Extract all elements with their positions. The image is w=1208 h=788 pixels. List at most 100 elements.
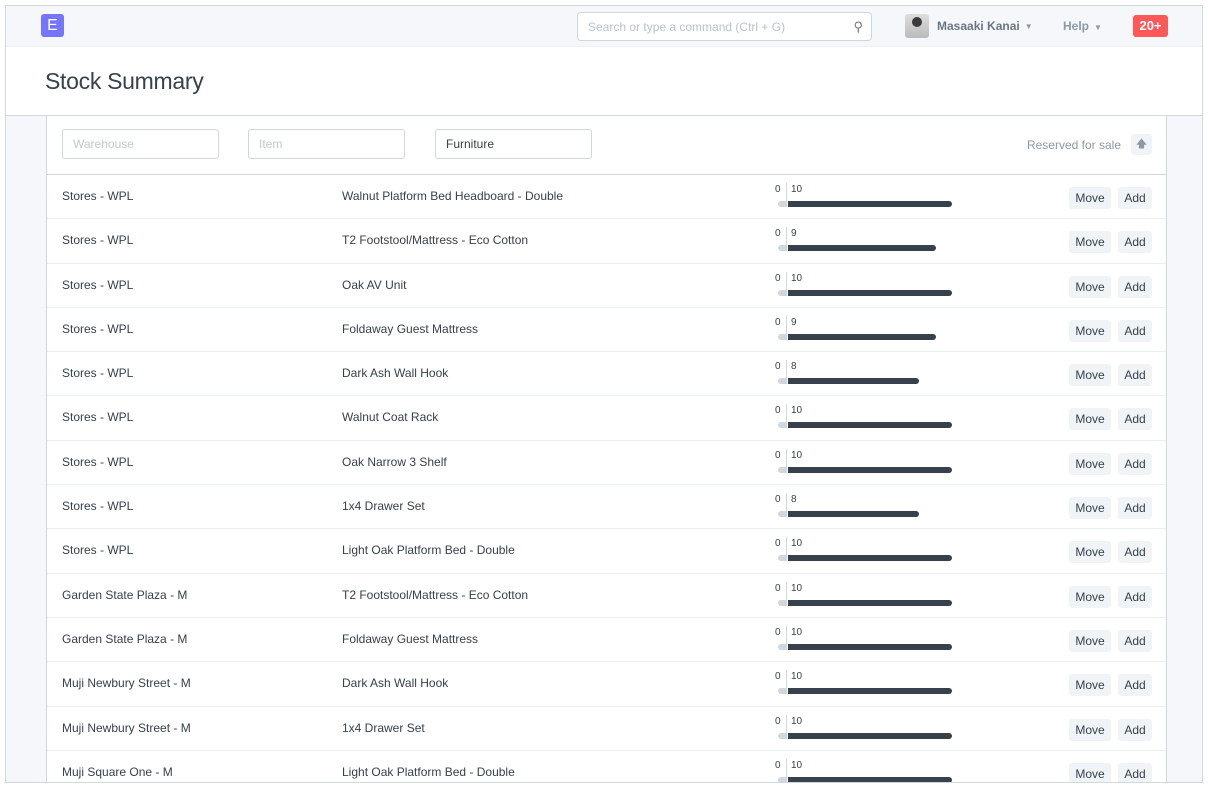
search-input[interactable]: Search or type a command (Ctrl + G) ⚲: [577, 12, 872, 41]
actual-qty-bar: [788, 289, 952, 296]
actual-qty: 8: [791, 494, 797, 506]
bar-divider: [786, 581, 787, 606]
item-cell: Walnut Coat Rack: [342, 410, 439, 425]
move-button[interactable]: Move: [1069, 674, 1111, 697]
user-name: Masaaki Kanai: [937, 19, 1020, 33]
item-cell: Foldaway Guest Mattress: [342, 321, 479, 336]
bar-divider: [786, 670, 787, 695]
item-cell: Oak AV Unit: [342, 277, 407, 292]
move-button[interactable]: Move: [1069, 585, 1111, 608]
actual-qty-bar: [788, 643, 952, 650]
move-button[interactable]: Move: [1069, 452, 1111, 475]
reserved-bar: [778, 289, 786, 296]
actual-qty: 10: [791, 759, 803, 771]
item-cell: Dark Ash Wall Hook: [342, 676, 449, 691]
actual-qty-bar: [788, 333, 936, 340]
page-head: Stock Summary: [6, 47, 1202, 116]
filters-bar: Reserved for sale 🡅: [47, 116, 1166, 175]
sort-label[interactable]: Reserved for sale: [1027, 138, 1121, 152]
item-group-filter[interactable]: [435, 129, 592, 159]
user-menu[interactable]: Masaaki Kanai ▼: [905, 14, 1033, 38]
table-row: Muji Newbury Street - M Dark Ash Wall Ho…: [47, 662, 1166, 707]
item-cell: Walnut Platform Bed Headboard - Double: [342, 189, 564, 203]
item-cell: Oak Narrow 3 Shelf: [342, 454, 447, 469]
add-button[interactable]: Add: [1118, 762, 1152, 782]
bar-divider: [786, 360, 787, 385]
table-row: Stores - WPL Oak Narrow 3 Shelf 0 10 Mov…: [47, 441, 1166, 486]
reserved-bar: [778, 732, 786, 739]
item-filter[interactable]: [248, 129, 405, 159]
add-button[interactable]: Add: [1118, 718, 1152, 741]
move-button[interactable]: Move: [1069, 364, 1111, 387]
sort-selector[interactable]: Reserved for sale 🡅: [1027, 134, 1152, 155]
move-button[interactable]: Move: [1069, 762, 1111, 782]
move-button[interactable]: Move: [1069, 497, 1111, 520]
bar-divider: [786, 625, 787, 650]
add-button[interactable]: Add: [1118, 364, 1152, 387]
bar-divider: [786, 183, 787, 207]
app-window: E Search or type a command (Ctrl + G) ⚲ M…: [5, 5, 1203, 783]
actual-qty: 10: [791, 184, 803, 195]
add-button[interactable]: Add: [1118, 541, 1152, 564]
table-row: Stores - WPL Oak AV Unit 0 10 Move Add: [47, 264, 1166, 308]
reserved-qty: 0: [775, 671, 781, 683]
actual-qty: 10: [791, 671, 803, 683]
warehouse-cell: Stores - WPL: [62, 233, 134, 248]
item-cell: Foldaway Guest Mattress: [342, 631, 479, 646]
help-menu[interactable]: Help ▼: [1063, 19, 1102, 33]
table-row: Stores - WPL 1x4 Drawer Set 0 8 Move Add: [47, 485, 1166, 530]
page-title: Stock Summary: [45, 68, 204, 94]
app-logo[interactable]: E: [41, 14, 64, 37]
move-button[interactable]: Move: [1069, 718, 1111, 741]
move-button[interactable]: Move: [1069, 319, 1111, 342]
reserved-qty: 0: [775, 361, 781, 373]
bar-divider: [786, 315, 787, 340]
add-button[interactable]: Add: [1118, 231, 1152, 254]
table-row: Stores - WPL Dark Ash Wall Hook 0 8 Move…: [47, 352, 1166, 397]
table-row: Garden State Plaza - M Foldaway Guest Ma…: [47, 618, 1166, 663]
add-button[interactable]: Add: [1118, 452, 1152, 475]
reserved-bar: [778, 245, 786, 252]
move-button[interactable]: Move: [1069, 541, 1111, 564]
reserved-qty: 0: [775, 184, 781, 195]
reserved-qty: 0: [775, 449, 781, 461]
move-button[interactable]: Move: [1069, 187, 1111, 209]
navbar: E Search or type a command (Ctrl + G) ⚲ M…: [6, 6, 1202, 47]
warehouse-cell: Muji Newbury Street - M: [62, 720, 191, 735]
add-button[interactable]: Add: [1118, 629, 1152, 652]
warehouse-filter[interactable]: [62, 129, 219, 159]
warehouse-cell: Stores - WPL: [62, 499, 134, 514]
reserved-bar: [778, 422, 786, 429]
arrow-up-icon[interactable]: 🡅: [1131, 134, 1152, 155]
notifications-badge[interactable]: 20+: [1133, 15, 1168, 37]
actual-qty-bar: [788, 201, 952, 207]
avatar: [905, 14, 929, 38]
actual-qty: 10: [791, 449, 803, 461]
move-button[interactable]: Move: [1069, 408, 1111, 431]
add-button[interactable]: Add: [1118, 275, 1152, 298]
chevron-down-icon: ▼: [1094, 23, 1102, 32]
move-button[interactable]: Move: [1069, 231, 1111, 254]
reserved-bar: [778, 776, 786, 782]
warehouse-cell: Stores - WPL: [62, 189, 134, 203]
add-button[interactable]: Add: [1118, 319, 1152, 342]
add-button[interactable]: Add: [1118, 585, 1152, 608]
reserved-bar: [778, 599, 786, 606]
add-button[interactable]: Add: [1118, 408, 1152, 431]
move-button[interactable]: Move: [1069, 275, 1111, 298]
actual-qty: 9: [791, 228, 797, 240]
item-cell: 1x4 Drawer Set: [342, 720, 425, 735]
reserved-bar: [778, 643, 786, 650]
add-button[interactable]: Add: [1118, 674, 1152, 697]
move-button[interactable]: Move: [1069, 629, 1111, 652]
warehouse-cell: Stores - WPL: [62, 454, 134, 469]
table-row: Muji Newbury Street - M 1x4 Drawer Set 0…: [47, 707, 1166, 751]
actual-qty-bar: [788, 511, 920, 518]
warehouse-cell: Garden State Plaza - M: [62, 631, 188, 646]
actual-qty: 10: [791, 272, 803, 284]
reserved-qty: 0: [775, 228, 781, 240]
add-button[interactable]: Add: [1118, 497, 1152, 520]
add-button[interactable]: Add: [1118, 187, 1152, 209]
item-cell: Dark Ash Wall Hook: [342, 366, 449, 381]
item-cell: Light Oak Platform Bed - Double: [342, 764, 515, 779]
